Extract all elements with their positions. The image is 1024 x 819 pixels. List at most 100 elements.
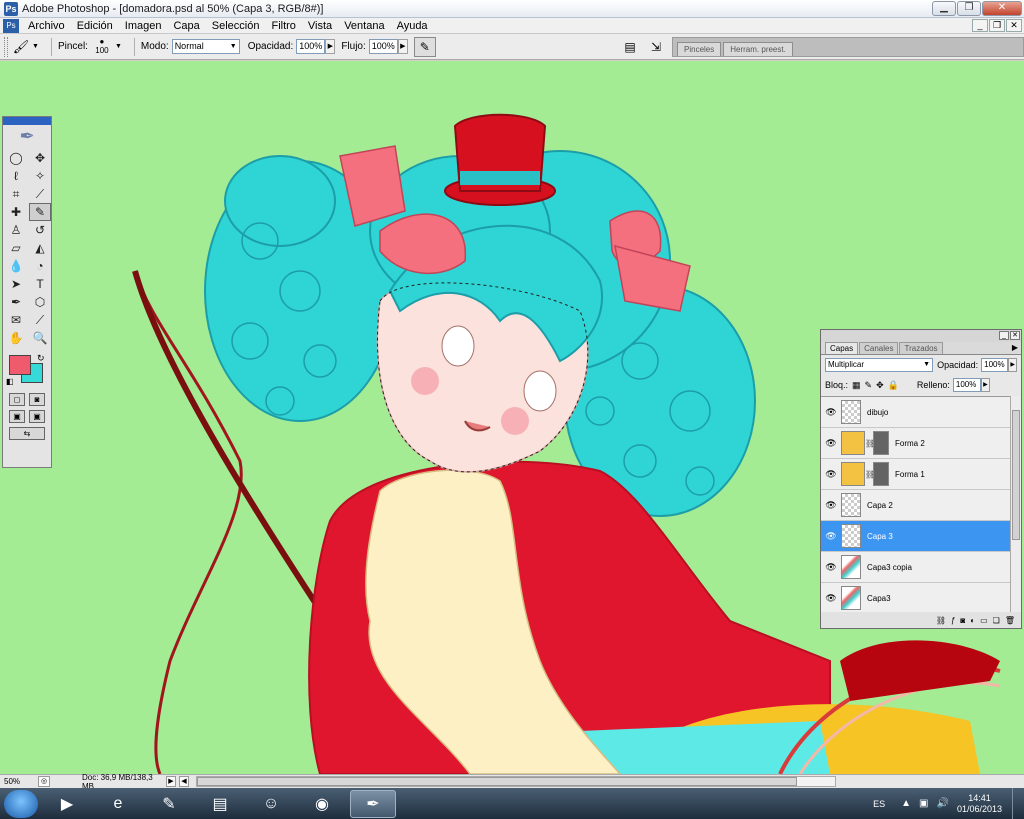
move-tool-icon[interactable]: ✥ [29, 149, 51, 167]
flow-slider-button[interactable]: ▶ [397, 39, 408, 54]
notes-tool-icon[interactable]: ✉ [5, 311, 27, 329]
default-colors-icon[interactable]: ◧ [6, 377, 14, 386]
eraser-tool-icon[interactable]: ▱ [5, 239, 27, 257]
scroll-left-arrow-icon[interactable]: ◀ [179, 776, 189, 787]
marquee-tool-icon[interactable]: ◯ [5, 149, 27, 167]
messenger-icon[interactable]: ☺ [248, 790, 294, 818]
well-tab-tool-presets[interactable]: Herram. preest. [723, 42, 793, 56]
standard-mode-icon[interactable]: ◻ [9, 393, 25, 406]
screen-mode-full-menu-icon[interactable]: ▣ [29, 410, 45, 423]
visibility-eye-icon[interactable]: 👁 [821, 438, 841, 449]
tray-arrow-icon[interactable]: ▲ [901, 798, 911, 809]
brush-tool-preset-icon[interactable]: 🖌 [12, 38, 30, 56]
layer-row[interactable]: 👁 ⛓ Forma 2 [821, 428, 1011, 459]
lock-all-icon[interactable]: 🔒 [888, 380, 899, 391]
tab-canales[interactable]: Canales [859, 342, 899, 354]
layers-scrollbar-thumb[interactable] [1012, 410, 1020, 540]
crop-tool-icon[interactable]: ⌗ [5, 185, 27, 203]
history-brush-tool-icon[interactable]: ↺ [29, 221, 51, 239]
brush-tool-icon[interactable]: ✎ [29, 203, 51, 221]
palette-minimize-button[interactable]: _ [999, 331, 1009, 340]
menu-seleccion[interactable]: Selección [206, 20, 266, 32]
layer-opacity-input[interactable]: 100% [981, 358, 1009, 372]
visibility-eye-icon[interactable]: 👁 [821, 469, 841, 480]
tab-trazados[interactable]: Trazados [899, 342, 943, 354]
layer-row[interactable]: 👁 dibujo [821, 397, 1011, 428]
menu-archivo[interactable]: Archivo [22, 20, 71, 32]
brush-dropdown-arrow[interactable]: ▼ [115, 43, 122, 50]
layer-row[interactable]: 👁 Capa 2 [821, 490, 1011, 521]
paint-app-icon[interactable]: ✎ [146, 790, 192, 818]
layer-row-selected[interactable]: 👁 Capa 3 [821, 521, 1011, 552]
chrome-icon[interactable]: ◉ [299, 790, 345, 818]
menu-capa[interactable]: Capa [167, 20, 205, 32]
blend-mode-select[interactable]: Multiplicar ▼ [825, 358, 934, 372]
navigator-icon[interactable]: ◎ [38, 776, 50, 787]
minimize-button[interactable]: ▁ [932, 1, 956, 16]
trash-icon[interactable]: 🗑 [1005, 616, 1015, 625]
layer-row[interactable]: 👁 ⛓ Forma 1 [821, 459, 1011, 490]
doc-minimize-button[interactable]: _ [972, 19, 988, 32]
layer-opacity-slider-button[interactable]: ▶ [1008, 358, 1017, 372]
fill-slider-button[interactable]: ▶ [980, 378, 990, 392]
media-player-icon[interactable]: ▶ [44, 790, 90, 818]
horizontal-scrollbar-thumb[interactable] [197, 777, 797, 786]
volume-icon[interactable]: 🔊 [937, 798, 949, 809]
menu-vista[interactable]: Vista [302, 20, 338, 32]
link-layers-icon[interactable]: ⛓ [936, 616, 946, 625]
network-icon[interactable]: ▣ [919, 798, 928, 809]
pen-tool-icon[interactable]: ✒ [5, 293, 27, 311]
fill-input[interactable]: 100% [952, 378, 981, 392]
new-layer-icon[interactable]: ❏ [993, 616, 1000, 625]
language-indicator[interactable]: ES [873, 799, 885, 809]
menu-imagen[interactable]: Imagen [119, 20, 168, 32]
layer-row[interactable]: 👁 Capa3 copia [821, 552, 1011, 583]
magic-wand-tool-icon[interactable]: ✧ [29, 167, 51, 185]
close-button[interactable]: ✕ [982, 1, 1022, 16]
internet-explorer-icon[interactable]: e [95, 790, 141, 818]
visibility-eye-icon[interactable]: 👁 [821, 531, 841, 542]
palette-close-button[interactable]: ✕ [1010, 331, 1020, 340]
type-tool-icon[interactable]: T [29, 275, 51, 293]
menu-ventana[interactable]: Ventana [338, 20, 390, 32]
airbrush-toggle-icon[interactable]: ✎ [413, 36, 436, 57]
foreground-color-swatch[interactable] [9, 355, 31, 375]
dodge-tool-icon[interactable]: ◔ [29, 257, 51, 275]
adobe-feather-icon[interactable]: ✒ [3, 125, 51, 147]
photoshop-taskbar-icon[interactable]: ✒ [350, 789, 396, 818]
path-selection-tool-icon[interactable]: ➤ [5, 275, 27, 293]
layers-palette-titlebar[interactable]: _ ✕ [821, 330, 1021, 342]
show-desktop-button[interactable] [1012, 788, 1024, 819]
layer-row[interactable]: 👁 Capa3 [821, 583, 1011, 614]
new-group-icon[interactable]: ▭ [980, 616, 988, 625]
horizontal-scrollbar[interactable] [196, 776, 836, 787]
lock-pixels-icon[interactable]: ✎ [865, 380, 873, 391]
chain-link-icon[interactable]: ⛓ [865, 439, 875, 448]
restore-button[interactable]: ❐ [957, 1, 981, 16]
flow-input[interactable]: 100% [368, 39, 398, 54]
zoom-level[interactable]: 50% [0, 777, 38, 786]
brush-picker[interactable]: ● 100 [91, 37, 113, 57]
menu-filtro[interactable]: Filtro [265, 20, 301, 32]
visibility-eye-icon[interactable]: 👁 [821, 593, 841, 604]
status-menu-arrow-icon[interactable]: ▶ [166, 776, 176, 787]
chain-link-icon[interactable]: ⛓ [865, 470, 875, 479]
mode-select[interactable]: Normal ▼ [171, 39, 240, 54]
palette-toggle-icon[interactable]: ⇲ [646, 38, 666, 56]
shape-tool-icon[interactable]: ⬡ [29, 293, 51, 311]
tools-palette-titlebar[interactable] [3, 117, 51, 125]
clone-stamp-tool-icon[interactable]: ♙ [5, 221, 27, 239]
zoom-tool-icon[interactable]: 🔍 [29, 329, 51, 347]
opacity-input[interactable]: 100% [296, 39, 326, 54]
doc-restore-button[interactable]: ❐ [989, 19, 1005, 32]
paint-bucket-tool-icon[interactable]: ◭ [29, 239, 51, 257]
hand-tool-icon[interactable]: ✋ [5, 329, 27, 347]
blur-tool-icon[interactable]: 💧 [5, 257, 27, 275]
lock-transparency-icon[interactable]: ▦ [852, 380, 861, 391]
add-mask-icon[interactable]: ◙ [960, 616, 965, 625]
lock-position-icon[interactable]: ✥ [876, 380, 884, 391]
layers-scrollbar[interactable] [1010, 396, 1021, 614]
preset-dropdown-arrow[interactable]: ▼ [32, 43, 39, 50]
options-grip[interactable] [4, 36, 8, 57]
lasso-tool-icon[interactable]: ℓ [5, 167, 27, 185]
